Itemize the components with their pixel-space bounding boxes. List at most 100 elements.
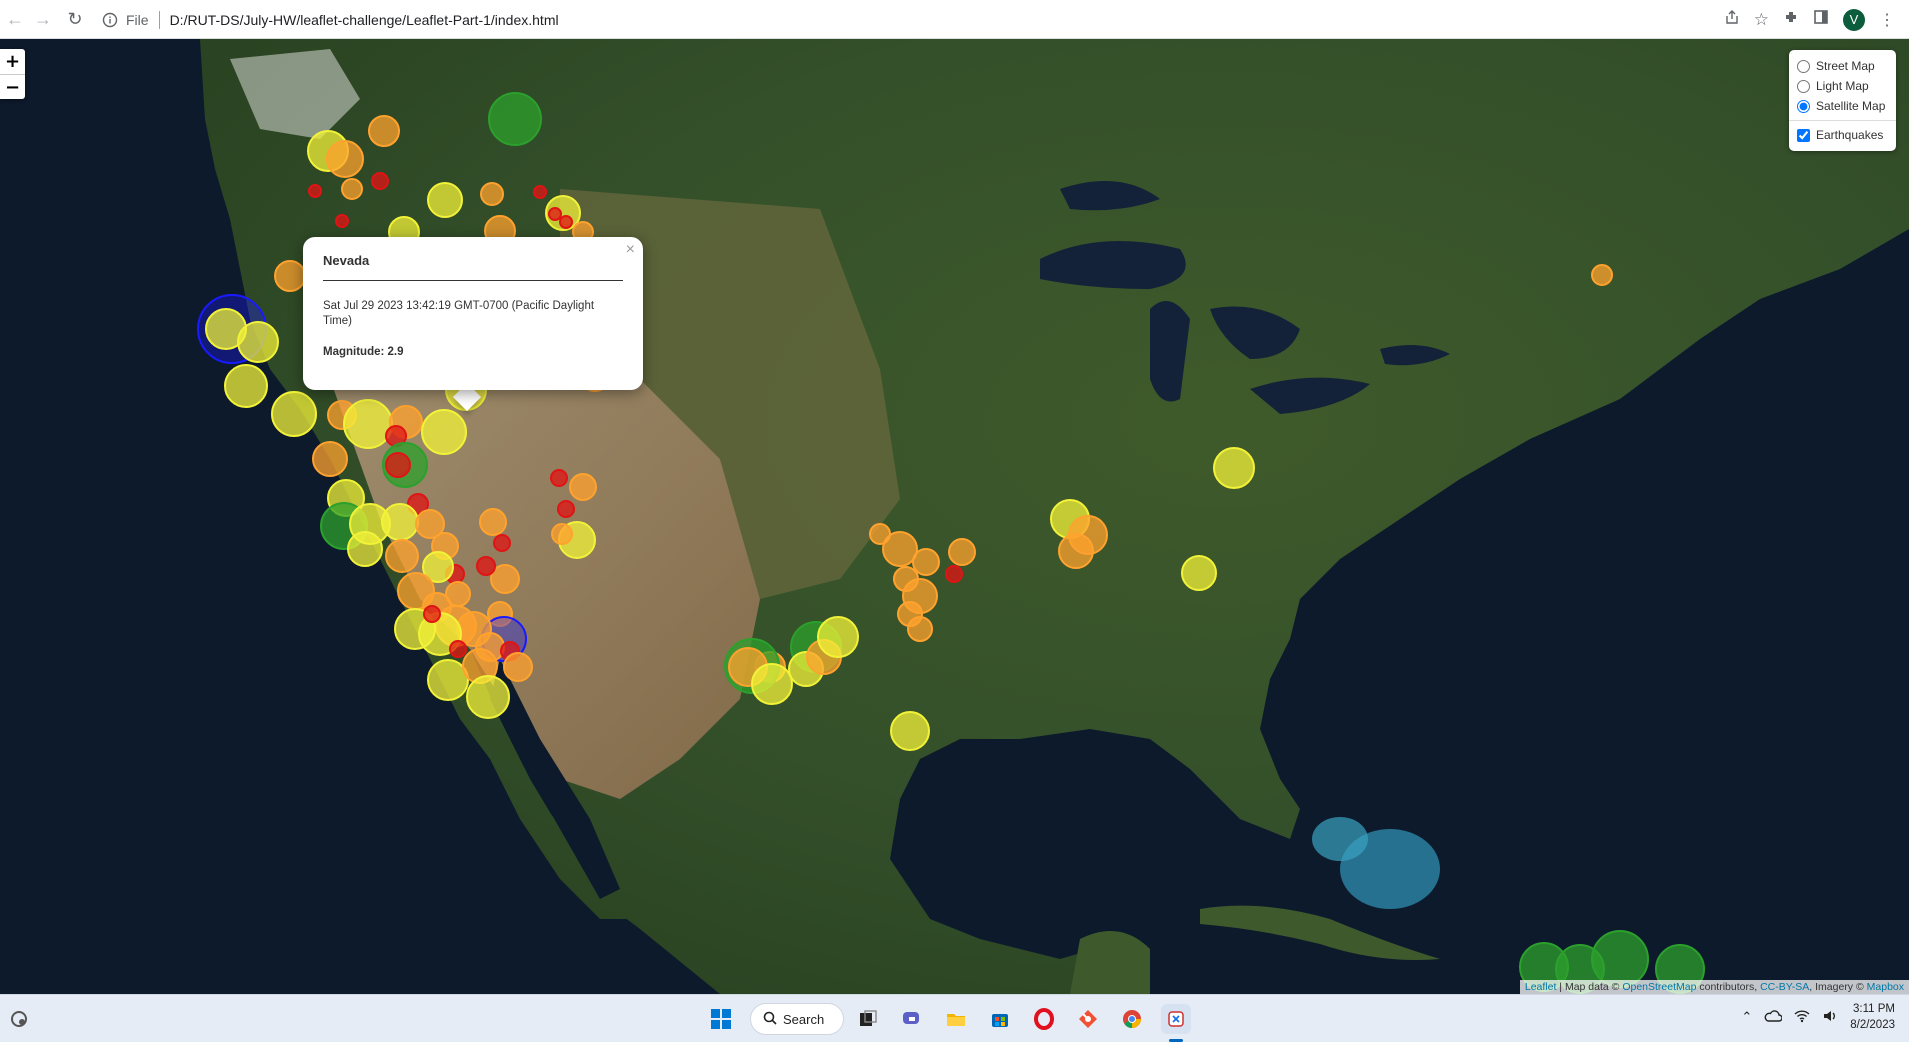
earthquake-marker[interactable]: [421, 409, 467, 455]
earthquake-marker[interactable]: [335, 214, 349, 228]
earthquake-marker[interactable]: [907, 616, 933, 642]
earthquake-marker[interactable]: [308, 184, 322, 198]
license-link[interactable]: CC-BY-SA: [1760, 981, 1809, 993]
popup-divider: [323, 280, 623, 281]
earthquake-marker[interactable]: [488, 92, 542, 146]
side-panel-icon[interactable]: [1813, 9, 1829, 30]
earthquake-marker[interactable]: [224, 364, 268, 408]
chrome-icon[interactable]: [1117, 1004, 1147, 1034]
opera-icon[interactable]: [1029, 1004, 1059, 1034]
earthquake-marker[interactable]: [1058, 533, 1094, 569]
git-icon[interactable]: [1073, 1004, 1103, 1034]
earthquake-marker[interactable]: [493, 534, 511, 552]
earthquake-marker[interactable]: [385, 452, 411, 478]
back-arrow-icon[interactable]: ←: [0, 4, 30, 34]
earthquake-marker[interactable]: [1591, 264, 1613, 286]
info-icon[interactable]: [100, 10, 120, 30]
zoom-out-button[interactable]: −: [0, 74, 25, 99]
earthquake-marker[interactable]: [326, 140, 364, 178]
address-bar[interactable]: File D:/RUT-DS/July-HW/leaflet-challenge…: [100, 5, 1780, 34]
earthquake-marker[interactable]: [1213, 447, 1255, 489]
onedrive-cloud-icon[interactable]: [1764, 1009, 1783, 1026]
earthquake-marker[interactable]: [503, 652, 533, 682]
forward-arrow-icon[interactable]: →: [28, 4, 58, 34]
earthquake-marker[interactable]: [557, 500, 575, 518]
earthquake-marker[interactable]: [343, 399, 393, 449]
earthquake-marker[interactable]: [427, 182, 463, 218]
earthquake-marker[interactable]: [1591, 930, 1649, 988]
layer-option-satellite-map[interactable]: Satellite Map: [1797, 96, 1888, 116]
teams-chat-icon[interactable]: [897, 1004, 927, 1034]
file-explorer-icon[interactable]: [941, 1004, 971, 1034]
attribution-text: , Imagery ©: [1809, 981, 1867, 993]
extensions-icon[interactable]: [1783, 9, 1799, 30]
earthquake-marker[interactable]: [341, 178, 363, 200]
light-map-radio[interactable]: [1797, 79, 1810, 93]
earthquake-marker[interactable]: [569, 473, 597, 501]
earthquake-marker[interactable]: [274, 260, 306, 292]
earthquake-marker[interactable]: [550, 469, 568, 487]
zoom-in-button[interactable]: +: [0, 49, 25, 74]
overlay-option-earthquakes[interactable]: Earthquakes: [1797, 125, 1888, 145]
layer-option-street-map[interactable]: Street Map: [1797, 56, 1888, 76]
earthquake-marker[interactable]: [381, 503, 419, 541]
street-map-radio[interactable]: [1797, 59, 1810, 73]
earthquake-marker[interactable]: [368, 115, 400, 147]
satellite-map-radio[interactable]: [1797, 99, 1810, 113]
layer-option-light-map[interactable]: Light Map: [1797, 76, 1888, 96]
wifi-icon[interactable]: [1794, 1009, 1810, 1026]
earthquake-marker[interactable]: [551, 523, 573, 545]
earthquake-marker[interactable]: [912, 548, 940, 576]
earthquake-marker[interactable]: [817, 616, 859, 658]
earthquake-marker[interactable]: [476, 556, 496, 576]
start-windows-icon[interactable]: [706, 1004, 736, 1034]
clock-time: 3:11 PM: [1853, 1003, 1895, 1015]
bookmark-star-icon[interactable]: ☆: [1754, 10, 1769, 30]
task-view-icon[interactable]: [853, 1004, 883, 1034]
earthquake-marker[interactable]: [559, 215, 573, 229]
menu-kebab-icon[interactable]: ⋮: [1879, 10, 1895, 30]
search-label: Search: [783, 1011, 825, 1027]
earthquake-marker[interactable]: [751, 663, 793, 705]
earthquake-marker[interactable]: [466, 675, 510, 719]
earthquake-marker[interactable]: [945, 565, 963, 583]
taskbar-search[interactable]: Search: [750, 1003, 844, 1035]
popup-title: Nevada: [323, 253, 370, 268]
snipping-tool-icon[interactable]: [1161, 1004, 1191, 1034]
ms-store-icon[interactable]: [985, 1004, 1015, 1034]
earthquake-marker[interactable]: [385, 539, 419, 573]
earthquake-marker[interactable]: [271, 391, 317, 437]
earthquake-marker[interactable]: [890, 711, 930, 751]
mapbox-link[interactable]: Mapbox: [1867, 981, 1904, 993]
earthquake-marker[interactable]: [347, 531, 383, 567]
earthquake-marker[interactable]: [1181, 555, 1217, 591]
url-text[interactable]: D:/RUT-DS/July-HW/leaflet-challenge/Leaf…: [170, 12, 559, 28]
earthquake-marker[interactable]: [882, 531, 918, 567]
earthquake-marker[interactable]: [480, 182, 504, 206]
earthquake-marker[interactable]: [948, 538, 976, 566]
clock-date: 8/2/2023: [1850, 1019, 1895, 1031]
earthquake-marker[interactable]: [533, 185, 547, 199]
earthquake-marker[interactable]: [237, 321, 279, 363]
share-icon[interactable]: [1724, 9, 1740, 30]
map-container[interactable]: + − Street Map Light Map Satellite Map E…: [0, 39, 1909, 994]
popup-close-button[interactable]: ×: [626, 241, 635, 259]
layer-option-label: Satellite Map: [1816, 99, 1886, 113]
volume-icon[interactable]: [1822, 1009, 1838, 1026]
earthquake-marker[interactable]: [371, 172, 389, 190]
system-clock[interactable]: 3:11 PM 8/2/2023: [1850, 1001, 1895, 1033]
earthquake-marker[interactable]: [548, 207, 562, 221]
omnibox-divider: [158, 10, 160, 29]
widgets-icon[interactable]: [4, 1004, 34, 1034]
earthquake-marker[interactable]: [312, 441, 348, 477]
earthquake-marker[interactable]: [449, 640, 467, 658]
earthquakes-checkbox[interactable]: [1797, 128, 1810, 142]
earthquake-marker[interactable]: [479, 508, 507, 536]
earthquake-marker[interactable]: [423, 605, 441, 623]
osm-link[interactable]: OpenStreetMap: [1622, 981, 1696, 993]
reload-icon[interactable]: ↻: [60, 4, 90, 34]
chevron-up-icon[interactable]: ⌃: [1741, 1009, 1752, 1025]
leaflet-link[interactable]: Leaflet: [1525, 981, 1557, 993]
profile-avatar[interactable]: V: [1843, 8, 1865, 31]
earthquake-markers-layer[interactable]: [0, 39, 1909, 994]
